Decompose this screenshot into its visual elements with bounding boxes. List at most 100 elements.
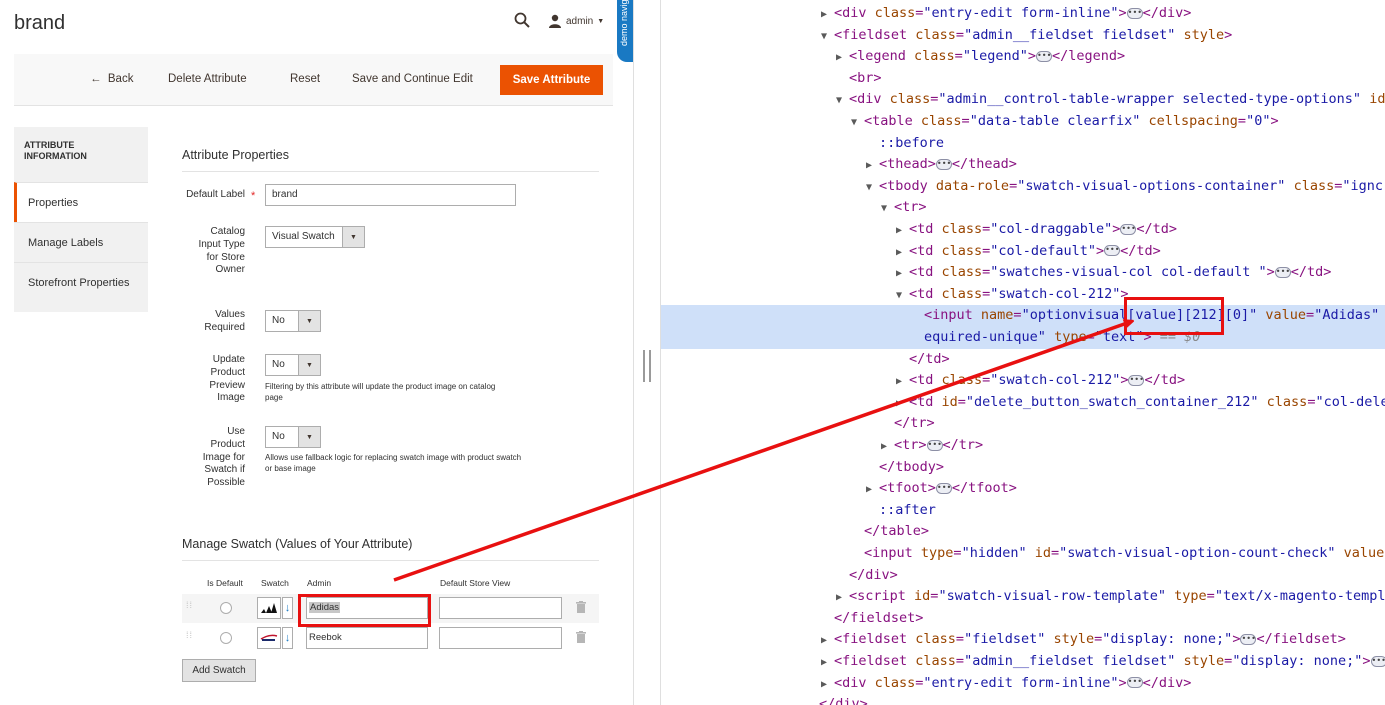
- page-actions-bar: ← Back Delete Attribute Reset Save and C…: [14, 54, 613, 106]
- code-token: "admin__fieldset fieldset": [964, 653, 1176, 669]
- admin-value-input[interactable]: Adidas: [306, 597, 428, 619]
- ellipsis-icon[interactable]: •••: [1128, 374, 1145, 386]
- expand-triangle-icon[interactable]: ▼: [866, 177, 879, 199]
- collapse-triangle-icon[interactable]: ▶: [896, 242, 909, 264]
- chevron-down-icon: ▼: [298, 355, 320, 375]
- ellipsis-icon[interactable]: •••: [1240, 633, 1257, 645]
- code-token: class: [941, 372, 983, 389]
- ellipsis-icon[interactable]: •••: [1035, 50, 1052, 62]
- collapse-triangle-icon[interactable]: ▶: [896, 263, 909, 285]
- reebok-logo-icon: [260, 634, 278, 641]
- panel-splitter[interactable]: [633, 0, 661, 705]
- sidebar-heading: ATTRIBUTE INFORMATION: [24, 140, 87, 161]
- add-swatch-button[interactable]: Add Swatch: [182, 659, 256, 682]
- code-token: <td: [909, 264, 942, 281]
- delete-attribute-button[interactable]: Delete Attribute: [168, 73, 247, 85]
- user-label: admin: [566, 15, 594, 27]
- code-token: id: [941, 393, 958, 410]
- input-type-select[interactable]: Visual Swatch ▼: [265, 226, 365, 248]
- code-token: =: [957, 393, 966, 410]
- ellipsis-icon[interactable]: •••: [1104, 245, 1121, 257]
- user-menu[interactable]: admin ▼: [548, 12, 608, 30]
- store-view-input[interactable]: [439, 627, 562, 649]
- arrow-down-icon[interactable]: ↓: [282, 597, 293, 619]
- admin-value-input[interactable]: Reebok: [306, 627, 428, 649]
- ellipsis-icon[interactable]: •••: [926, 439, 943, 451]
- is-default-radio[interactable]: [220, 632, 232, 644]
- expand-triangle-icon[interactable]: ▼: [896, 285, 909, 307]
- collapse-triangle-icon[interactable]: ▶: [881, 436, 894, 458]
- code-token: >: [1270, 113, 1279, 129]
- ellipsis-icon[interactable]: •••: [935, 158, 952, 170]
- sidebar-item-manage-labels[interactable]: Manage Labels: [14, 222, 148, 262]
- code-token: "swatch-col-212": [990, 285, 1121, 302]
- search-icon[interactable]: [514, 12, 530, 28]
- code-token: >: [1120, 285, 1129, 302]
- store-view-input[interactable]: [439, 597, 562, 619]
- code-token: <br>: [849, 69, 882, 86]
- collapse-triangle-icon[interactable]: ▶: [821, 4, 834, 26]
- ellipsis-icon[interactable]: •••: [1274, 266, 1291, 278]
- arrow-down-icon[interactable]: ↓: [282, 627, 293, 649]
- swatch-image-picker[interactable]: [257, 627, 281, 649]
- collapse-triangle-icon[interactable]: ▶: [896, 371, 909, 393]
- back-label: Back: [107, 73, 134, 85]
- is-default-radio[interactable]: [220, 602, 232, 614]
- default-label-input[interactable]: brand: [265, 184, 516, 206]
- save-attribute-button[interactable]: Save Attribute: [500, 65, 603, 95]
- trash-icon[interactable]: [576, 601, 586, 613]
- code-token: </legend>: [1051, 48, 1126, 65]
- collapse-triangle-icon[interactable]: ▶: [896, 393, 909, 415]
- ellipsis-icon[interactable]: •••: [1120, 223, 1137, 235]
- code-token: class: [915, 653, 956, 669]
- code-token: =: [961, 113, 970, 129]
- collapse-triangle-icon[interactable]: ▶: [821, 652, 834, 674]
- dom-node-line[interactable]: <input name="optionvisual[value][212][0]…: [661, 305, 1385, 327]
- code-token: "text/x-magento-templ: [1214, 588, 1385, 605]
- ellipsis-icon[interactable]: •••: [1126, 7, 1143, 19]
- expand-triangle-icon[interactable]: ▼: [821, 26, 834, 48]
- values-required-select[interactable]: No ▼: [265, 310, 321, 332]
- sidebar-item-properties[interactable]: Properties: [14, 182, 148, 222]
- code-token: >: [1224, 26, 1233, 43]
- collapse-triangle-icon[interactable]: ▶: [836, 587, 849, 609]
- drag-handle-icon[interactable]: ⁞⁞: [186, 631, 192, 643]
- devtools-elements-panel: ••• ▶<div class="entry-edit form-inline"…: [661, 0, 1385, 705]
- back-button[interactable]: ← Back: [90, 73, 133, 85]
- code-token: cellspacing: [1148, 113, 1238, 129]
- reset-button[interactable]: Reset: [290, 73, 320, 85]
- collapse-triangle-icon[interactable]: ▶: [821, 674, 834, 696]
- ellipsis-icon[interactable]: •••: [1370, 655, 1385, 667]
- ellipsis-icon[interactable]: •••: [935, 482, 952, 494]
- drag-handle-icon[interactable]: ⁞⁞: [186, 601, 192, 613]
- use-product-image-select[interactable]: No ▼: [265, 426, 321, 448]
- save-and-continue-button[interactable]: Save and Continue Edit: [352, 73, 473, 85]
- code-token: "swatch-col-212": [990, 372, 1121, 389]
- collapse-triangle-icon[interactable]: ▶: [896, 220, 909, 242]
- demo-navigation-tab[interactable]: demo navig: [617, 0, 633, 62]
- collapse-triangle-icon[interactable]: ▶: [836, 47, 849, 69]
- splitter-grip-icon[interactable]: [643, 350, 651, 382]
- update-preview-select[interactable]: No ▼: [265, 354, 321, 376]
- swatch-image-picker[interactable]: [257, 597, 281, 619]
- update-preview-value: No: [272, 359, 285, 370]
- code-token: class: [915, 26, 956, 43]
- ellipsis-icon[interactable]: •••: [1126, 677, 1143, 689]
- collapse-triangle-icon[interactable]: ▶: [866, 155, 879, 177]
- code-token: =: [955, 631, 965, 648]
- collapse-triangle-icon[interactable]: ▶: [821, 630, 834, 652]
- trash-icon[interactable]: [576, 631, 586, 643]
- dom-node-line[interactable]: equired-unique" type="text"> == $0: [661, 327, 1385, 349]
- code-token: <legend: [849, 48, 915, 65]
- column-header-is-default: Is Default: [207, 578, 243, 588]
- expand-triangle-icon[interactable]: ▼: [881, 198, 894, 220]
- expand-triangle-icon[interactable]: ▼: [836, 90, 849, 112]
- code-token: </div>: [1142, 674, 1192, 691]
- expand-triangle-icon[interactable]: ▼: [851, 112, 864, 134]
- collapse-triangle-icon[interactable]: ▶: [866, 479, 879, 501]
- code-token: "0": [1246, 113, 1271, 129]
- sidebar-item-storefront-properties[interactable]: Storefront Properties: [14, 262, 148, 302]
